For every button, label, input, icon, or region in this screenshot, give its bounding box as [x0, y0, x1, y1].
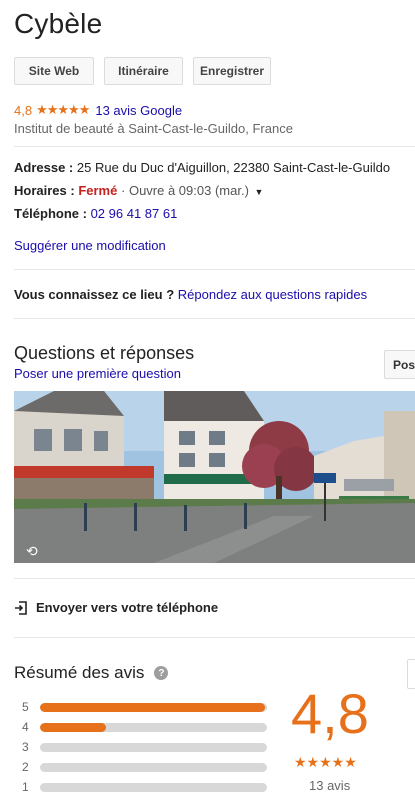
rating-bar-fill: [40, 702, 265, 712]
send-to-phone-label: Envoyer vers votre téléphone: [36, 600, 219, 615]
rating-bar-track: [40, 702, 267, 712]
save-button[interactable]: Enregistrer: [193, 57, 271, 85]
divider: [14, 578, 415, 579]
divider: [14, 318, 415, 319]
rating-bar-track: [40, 782, 267, 792]
panorama-icon[interactable]: ⟲: [26, 543, 38, 560]
rating-stars-icon: ★★★★★: [36, 102, 90, 117]
rating-bar-fill: [40, 722, 106, 732]
rating-bar-track: [40, 762, 267, 772]
rating-bar-row: 2: [22, 757, 267, 777]
qa-title: Questions et réponses: [14, 343, 195, 363]
hours-next-open: Ouvre à 09:03 (mar.): [128, 183, 249, 198]
place-category: Institut de beauté à Saint-Cast-le-Guild…: [14, 121, 293, 136]
rating-bar-row: 1: [22, 777, 267, 797]
overall-stars-icon: ★★★★★: [294, 754, 357, 770]
place-title: Cybèle: [14, 8, 103, 39]
street-view-photo[interactable]: ⟲: [14, 391, 415, 563]
review-count[interactable]: 13 avis: [309, 778, 350, 793]
rating-bar-label: 4: [22, 720, 29, 734]
hours-separator: ·: [120, 183, 126, 198]
rating-bar-track: [40, 722, 267, 732]
reviews-link[interactable]: 13 avis Google: [95, 103, 182, 118]
know-place-row: Vous connaissez ce lieu ? Répondez aux q…: [14, 287, 367, 302]
address-label: Adresse :: [14, 160, 74, 175]
suggest-edit-link[interactable]: Suggérer une modification: [14, 238, 166, 253]
rating-bar-label: 5: [22, 700, 29, 714]
post-question-button[interactable]: Pos: [384, 350, 415, 379]
address-row: Adresse : 25 Rue du Duc d'Aiguillon, 223…: [14, 160, 390, 175]
write-review-button[interactable]: [407, 659, 415, 689]
reviews-summary-label: Résumé des avis: [14, 663, 145, 682]
divider: [14, 146, 415, 147]
action-buttons: Site Web Itinéraire Enregistrer: [14, 57, 271, 85]
phone-label: Téléphone :: [14, 206, 87, 221]
rating-bar-label: 1: [22, 780, 29, 794]
hours-status: Fermé: [78, 183, 118, 198]
website-button[interactable]: Site Web: [14, 57, 94, 85]
help-icon[interactable]: ?: [154, 666, 169, 680]
rating-bar-row: 5: [22, 697, 267, 717]
rating-bar-track: [40, 742, 267, 752]
send-to-phone-button[interactable]: Envoyer vers votre téléphone: [14, 600, 218, 615]
overall-rating: 4,8: [291, 682, 369, 745]
rating-bar-row: 4: [22, 717, 267, 737]
address-value[interactable]: 25 Rue du Duc d'Aiguillon, 22380 Saint-C…: [77, 160, 390, 175]
rating-value: 4,8: [14, 102, 33, 118]
street-view-image: [14, 391, 415, 563]
know-place-question: Vous connaissez ce lieu ?: [14, 287, 175, 302]
divider: [14, 637, 415, 638]
divider: [14, 269, 415, 270]
rating-summary: 4,8 ★★★★★ 13 avis Google: [14, 102, 182, 118]
send-to-phone-icon: [15, 600, 27, 615]
directions-button[interactable]: Itinéraire: [104, 57, 183, 85]
caret-down-icon[interactable]: ▼: [255, 187, 264, 197]
reviews-summary-title: Résumé des avis ?: [14, 663, 169, 683]
rating-distribution-chart: 5 4 3 2 1: [22, 697, 267, 797]
rating-bar-label: 3: [22, 740, 29, 754]
quick-questions-link[interactable]: Répondez aux questions rapides: [178, 287, 367, 302]
rating-bar-row: 3: [22, 737, 267, 757]
ask-question-link[interactable]: Poser une première question: [14, 366, 181, 381]
phone-row: Téléphone : 02 96 41 87 61: [14, 206, 177, 221]
hours-label: Horaires :: [14, 183, 75, 198]
rating-bar-label: 2: [22, 760, 29, 774]
hours-row[interactable]: Horaires : Fermé · Ouvre à 09:03 (mar.) …: [14, 183, 263, 198]
phone-value[interactable]: 02 96 41 87 61: [91, 206, 178, 221]
